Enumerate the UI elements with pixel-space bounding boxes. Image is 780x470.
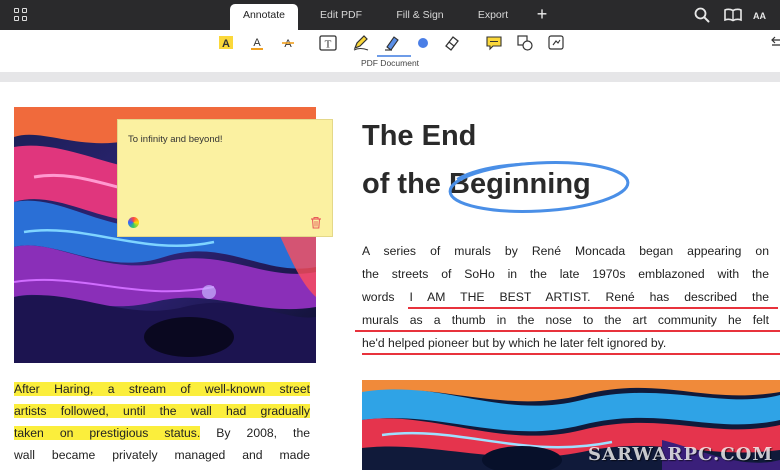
comment-icon[interactable] [485, 34, 507, 52]
svg-text:T: T [325, 39, 332, 51]
tab-fill-sign[interactable]: Fill & Sign [384, 4, 456, 30]
page-separator [0, 72, 780, 82]
trash-icon[interactable] [310, 216, 322, 229]
highlight-text-icon[interactable]: A [217, 34, 239, 52]
article-title-line-1: The End [362, 120, 477, 152]
sticky-note[interactable]: To infinity and beyond! [117, 119, 333, 237]
pdf-page[interactable]: To infinity and beyond! After Haring, a … [0, 82, 780, 470]
text-box-icon[interactable]: T [318, 34, 340, 52]
ellipse-annotation[interactable] [447, 159, 631, 215]
paragraph-text: By 2008, the [200, 426, 311, 440]
collapse-toolbar-icon[interactable] [768, 34, 780, 52]
pencil-icon[interactable] [352, 34, 374, 52]
tab-export[interactable]: Export [463, 4, 523, 30]
underline-text-icon[interactable]: A [248, 34, 270, 52]
eraser-pen-icon[interactable] [377, 34, 411, 57]
underline-annotation[interactable] [355, 330, 780, 332]
text-size-icon[interactable]: AA [753, 6, 775, 24]
shapes-icon[interactable] [516, 34, 538, 52]
book-view-icon[interactable] [723, 6, 742, 24]
svg-text:A: A [222, 38, 230, 50]
paragraph-text: wall became privately managed and made [14, 448, 310, 462]
svg-text:A: A [284, 38, 292, 50]
eraser-icon[interactable] [443, 34, 465, 52]
document-name: PDF Document [360, 58, 420, 68]
underline-annotation[interactable] [408, 307, 778, 309]
left-paragraph[interactable]: After Haring, a stream of well-known str… [14, 378, 310, 466]
body-text-line: murals as a thumb in the nose to the art… [362, 313, 769, 327]
body-text-line: the streets of SoHo in the late 1970s em… [362, 267, 769, 281]
top-tab-bar: Annotate Edit PDF Fill & Sign Export + A… [0, 0, 780, 30]
grid-menu-icon[interactable] [14, 8, 28, 22]
underline-annotation[interactable] [362, 353, 780, 355]
strikethrough-text-icon[interactable]: A [279, 34, 301, 52]
color-dot-icon[interactable] [414, 34, 436, 52]
search-icon[interactable] [693, 6, 711, 24]
body-text-line: A series of murals by René Moncada began… [362, 244, 769, 258]
body-text-line: words I AM THE BEST ARTIST. René has des… [362, 290, 769, 304]
tab-edit-pdf[interactable]: Edit PDF [307, 4, 375, 30]
svg-text:A: A [253, 37, 261, 49]
watermark: SARWARPC.COM [588, 444, 774, 465]
stamp-icon[interactable] [547, 34, 569, 52]
color-picker-icon[interactable] [128, 217, 139, 228]
body-text-line: he'd helped pioneer but by which he late… [362, 336, 667, 350]
add-tab-button[interactable]: + [533, 5, 551, 23]
sticky-note-text[interactable]: To infinity and beyond! [128, 134, 223, 145]
highlighted-text[interactable]: taken on prestigious status. [14, 426, 201, 440]
tab-annotate[interactable]: Annotate [230, 4, 298, 30]
annotation-toolbar: A A A T [0, 30, 780, 57]
highlighted-text[interactable]: artists followed, until the wall had gra… [14, 404, 310, 418]
highlighted-text[interactable]: After Haring, a stream of well-known str… [14, 382, 310, 396]
